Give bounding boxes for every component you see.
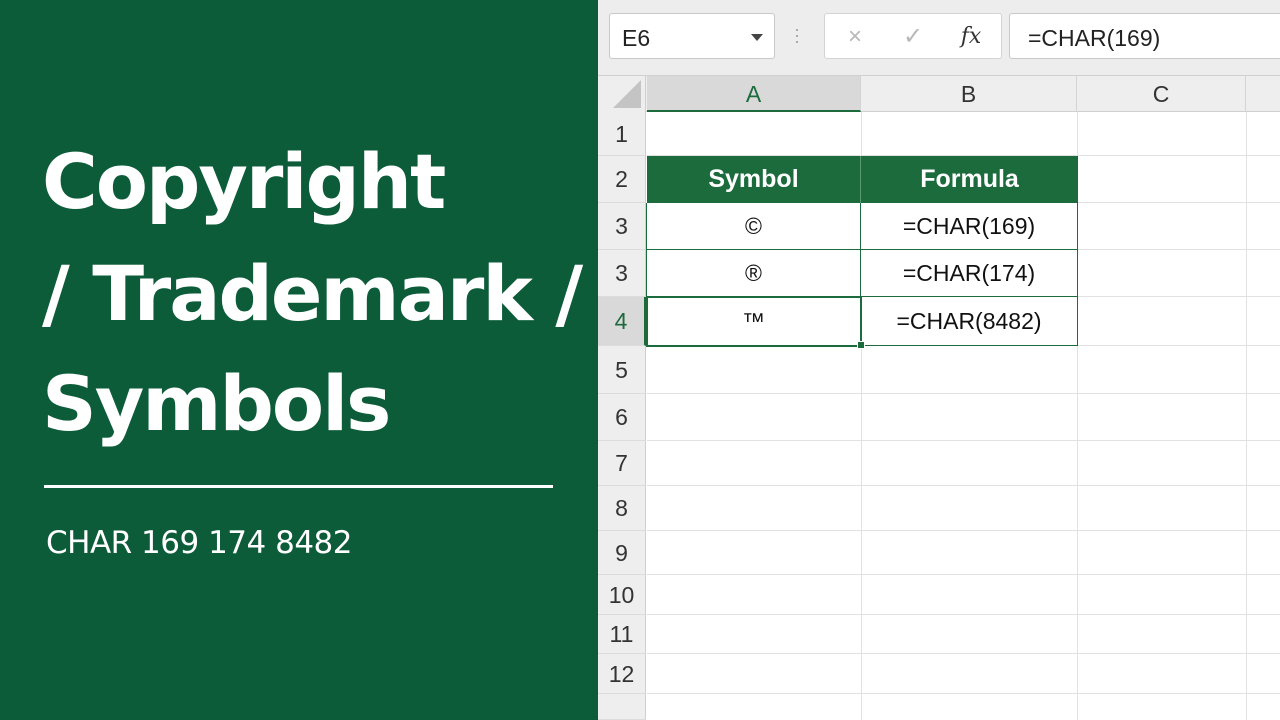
row-header-5[interactable]: 5 — [598, 346, 646, 394]
column-header-c[interactable]: C — [1077, 76, 1246, 112]
row-header-7[interactable]: 7 — [598, 441, 646, 486]
cancel-icon[interactable]: × — [835, 22, 875, 52]
select-all-button[interactable] — [598, 76, 646, 112]
formula-buttons: × ✓ fx — [824, 13, 1002, 59]
row-header-10[interactable]: 10 — [598, 575, 646, 615]
formula-input[interactable]: =CHAR(169) — [1009, 13, 1280, 59]
row-header-8[interactable]: 8 — [598, 486, 646, 531]
title-line-2: / Trademark / — [42, 249, 583, 338]
formula-bar: E6 · · · × ✓ fx =CHAR(169) — [598, 0, 1280, 76]
name-box[interactable]: E6 — [609, 13, 775, 59]
row-header-13[interactable] — [598, 694, 646, 720]
row-header-11[interactable]: 11 — [598, 615, 646, 654]
gridline — [647, 653, 1280, 654]
title-banner: Copyright / Trademark / Symbols CHAR 169… — [0, 0, 598, 720]
row-header-2[interactable]: 2 — [598, 156, 646, 203]
table-header-formula[interactable]: Formula — [861, 156, 1078, 203]
gridline — [647, 485, 1280, 486]
banner-subtitle: CHAR 169 174 8482 — [46, 525, 353, 561]
column-header-a[interactable]: A — [647, 76, 861, 112]
row-header-9[interactable]: 9 — [598, 531, 646, 575]
fill-handle[interactable] — [857, 341, 865, 349]
name-box-value: E6 — [622, 25, 651, 51]
gridline — [647, 693, 1280, 694]
row-header-3[interactable]: 3 — [598, 203, 646, 250]
table-header-symbol[interactable]: Symbol — [647, 156, 861, 203]
row-header-12[interactable]: 12 — [598, 654, 646, 694]
gridline — [1246, 112, 1247, 720]
chevron-down-icon[interactable] — [751, 34, 763, 41]
table-cell-formula[interactable]: =CHAR(8482) — [861, 297, 1078, 346]
check-icon[interactable]: ✓ — [893, 22, 933, 52]
vertical-ellipsis-icon[interactable]: · · · — [794, 20, 800, 50]
banner-divider — [44, 485, 553, 488]
table-cell-formula[interactable]: =CHAR(174) — [861, 250, 1078, 297]
row-header-4[interactable]: 4 — [598, 297, 646, 346]
gridline — [647, 393, 1280, 394]
row-header-1[interactable]: 1 — [598, 112, 646, 156]
gridline — [647, 440, 1280, 441]
row-header-3b[interactable]: 3 — [598, 250, 646, 297]
insert-function-icon[interactable]: fx — [951, 22, 991, 52]
title-line-1: Copyright — [42, 137, 446, 226]
select-all-triangle-icon — [613, 80, 641, 108]
formula-input-value: =CHAR(169) — [1028, 25, 1161, 51]
table-cell-formula[interactable]: =CHAR(169) — [861, 203, 1078, 250]
gridline — [647, 530, 1280, 531]
gridline — [647, 574, 1280, 575]
title-line-3: Symbols — [42, 359, 391, 448]
row-header-6[interactable]: 6 — [598, 394, 646, 441]
table-cell-symbol[interactable]: ™ — [646, 297, 861, 346]
column-header-b[interactable]: B — [861, 76, 1077, 112]
table-cell-symbol[interactable]: ® — [646, 250, 861, 297]
column-headers: A B C — [598, 76, 1280, 112]
table-cell-symbol[interactable]: © — [646, 203, 861, 250]
gridline — [647, 614, 1280, 615]
spreadsheet: E6 · · · × ✓ fx =CHAR(169) A B C 1 2 3 3 4… — [598, 0, 1280, 720]
